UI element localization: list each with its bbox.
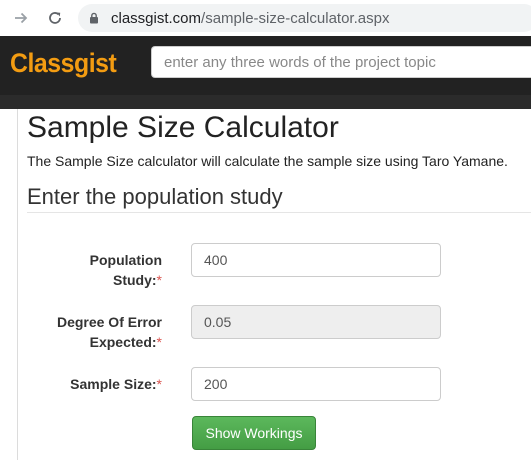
lock-icon <box>90 12 98 24</box>
address-bar[interactable]: classgist.com/sample-size-calculator.asp… <box>78 4 531 32</box>
topic-search-input[interactable] <box>151 46 531 78</box>
sample-size-label: Sample Size:* <box>70 376 162 392</box>
url-text: classgist.com/sample-size-calculator.asp… <box>111 10 390 27</box>
site-logo[interactable]: Classgist <box>10 48 117 79</box>
sample-size-input[interactable]: 200 <box>191 367 441 401</box>
population-study-input[interactable]: 400 <box>191 243 441 277</box>
required-marker: * <box>156 272 162 288</box>
header-strip <box>0 95 531 109</box>
degree-of-error-input[interactable]: 0.05 <box>191 305 441 339</box>
content-left-border <box>17 109 18 460</box>
degree-of-error-label: Degree Of Error Expected:* <box>56 314 162 350</box>
forward-arrow-icon[interactable] <box>10 7 32 29</box>
page-title: Sample Size Calculator <box>27 111 339 144</box>
page-description: The Sample Size calculator will calculat… <box>27 153 508 169</box>
section-divider <box>27 212 531 213</box>
show-workings-button[interactable]: Show Workings <box>192 416 316 450</box>
population-study-label: Population Study:* <box>89 252 162 288</box>
browser-toolbar: classgist.com/sample-size-calculator.asp… <box>0 0 531 36</box>
required-marker: * <box>156 376 162 392</box>
reload-icon[interactable] <box>44 7 66 29</box>
section-title: Enter the population study <box>27 184 283 209</box>
required-marker: * <box>156 334 162 350</box>
